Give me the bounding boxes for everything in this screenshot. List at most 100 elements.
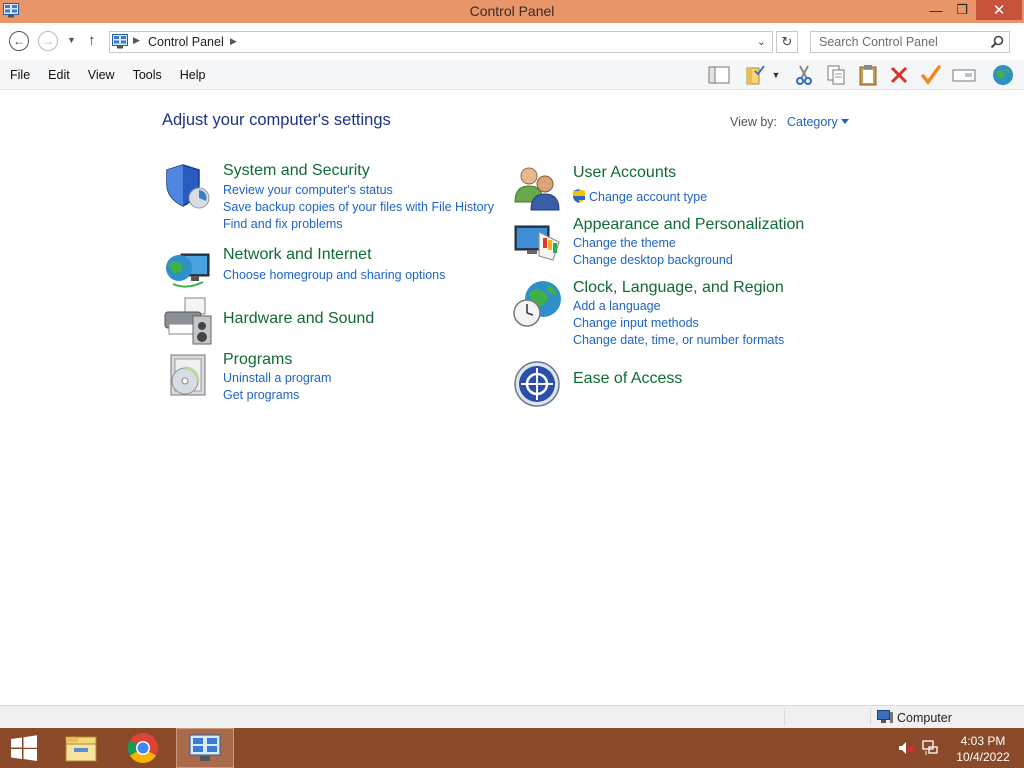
volume-muted-icon[interactable] xyxy=(898,741,914,755)
back-button[interactable]: ← xyxy=(9,31,29,51)
rename-button[interactable] xyxy=(951,62,977,88)
link-file-history[interactable]: Save backup copies of your files with Fi… xyxy=(223,200,494,214)
restore-button[interactable]: ❐ xyxy=(948,0,976,20)
category-clock-language-region: Clock, Language, and Region Add a langua… xyxy=(513,279,853,349)
link-change-background[interactable]: Change desktop background xyxy=(573,253,733,267)
menu-bar: File Edit View Tools Help xyxy=(0,68,214,82)
control-panel-taskbar-button[interactable] xyxy=(176,728,234,768)
start-button[interactable] xyxy=(0,728,48,768)
folder-check-icon xyxy=(746,65,765,85)
copy-button[interactable] xyxy=(823,62,849,88)
folder-icon xyxy=(65,736,97,762)
window-title: Control Panel xyxy=(469,3,555,19)
cut-button[interactable] xyxy=(791,62,817,88)
category-title[interactable]: Ease of Access xyxy=(573,370,682,388)
category-title[interactable]: Clock, Language, and Region xyxy=(573,279,784,297)
breadcrumb-control-panel[interactable]: Control Panel xyxy=(148,35,224,49)
page-title: Adjust your computer's settings xyxy=(162,111,391,129)
link-change-input-methods[interactable]: Change input methods xyxy=(573,316,699,330)
checkmark-icon xyxy=(921,65,941,85)
category-appearance: Appearance and Personalization Change th… xyxy=(513,216,853,268)
search-box[interactable] xyxy=(810,31,1010,53)
globe-button[interactable] xyxy=(990,62,1016,88)
up-button[interactable]: ↑ xyxy=(88,32,96,49)
category-title[interactable]: Network and Internet xyxy=(223,246,372,264)
link-add-language[interactable]: Add a language xyxy=(573,299,661,313)
programs-disc-icon[interactable] xyxy=(163,351,213,401)
link-change-date-time-formats[interactable]: Change date, time, or number formats xyxy=(573,333,784,347)
link-review-status[interactable]: Review your computer's status xyxy=(223,183,393,197)
network-icon[interactable] xyxy=(922,740,938,756)
layout-pane-icon xyxy=(708,66,730,84)
properties-dropdown[interactable]: ▼ xyxy=(767,62,785,88)
control-panel-icon xyxy=(112,34,128,49)
category-system-security: System and Security Review your computer… xyxy=(163,162,494,232)
address-bar-row: ← → ▼ ↑ ▶ Control Panel ▶ ⌄ ↻ xyxy=(0,23,1024,60)
uac-shield-icon xyxy=(573,189,585,203)
minimize-button[interactable]: — xyxy=(922,0,950,20)
status-divider xyxy=(870,708,871,726)
forward-button[interactable]: → xyxy=(38,31,58,51)
printer-speaker-icon[interactable] xyxy=(163,296,213,346)
refresh-button[interactable]: ↻ xyxy=(776,31,798,53)
category-ease-of-access: Ease of Access xyxy=(513,359,853,411)
menu-file[interactable]: File xyxy=(0,68,39,82)
taskbar-clock[interactable]: 4:03 PM 10/4/2022 xyxy=(950,733,1016,765)
link-change-theme[interactable]: Change the theme xyxy=(573,236,676,250)
clock-date: 10/4/2022 xyxy=(956,750,1010,764)
link-get-programs[interactable]: Get programs xyxy=(223,388,299,402)
close-button[interactable]: ✕ xyxy=(976,0,1022,20)
arrow-left-icon: ← xyxy=(13,34,25,48)
delete-x-icon xyxy=(890,66,908,84)
chevron-right-icon[interactable]: ▶ xyxy=(230,36,237,47)
users-icon[interactable] xyxy=(513,164,563,214)
check-button[interactable] xyxy=(918,62,944,88)
category-programs: Programs Uninstall a program Get program… xyxy=(163,351,493,403)
search-input[interactable] xyxy=(811,32,986,52)
menu-tools[interactable]: Tools xyxy=(124,68,171,82)
menu-edit[interactable]: Edit xyxy=(39,68,79,82)
ease-of-access-icon[interactable] xyxy=(513,359,563,409)
link-find-fix-problems[interactable]: Find and fix problems xyxy=(223,217,343,231)
view-by-dropdown[interactable]: Category xyxy=(787,115,838,129)
menu-view[interactable]: View xyxy=(79,68,124,82)
control-panel-icon xyxy=(189,734,221,761)
computer-icon xyxy=(877,710,893,723)
menu-help[interactable]: Help xyxy=(171,68,215,82)
chrome-taskbar-button[interactable] xyxy=(120,728,166,768)
category-title[interactable]: User Accounts xyxy=(573,164,676,182)
link-change-account-type[interactable]: Change account type xyxy=(589,190,707,204)
clock-globe-icon[interactable] xyxy=(513,279,563,329)
category-title[interactable]: Appearance and Personalization xyxy=(573,216,804,234)
arrow-right-icon: → xyxy=(42,34,54,48)
properties-button[interactable] xyxy=(742,62,768,88)
arrow-up-icon: ↑ xyxy=(88,32,96,49)
clipboard-icon xyxy=(859,65,877,86)
category-user-accounts: User Accounts Change account type xyxy=(513,164,853,214)
view-by-label: View by: xyxy=(730,115,778,129)
address-field[interactable]: ▶ Control Panel ▶ ⌄ xyxy=(109,31,773,53)
link-homegroup[interactable]: Choose homegroup and sharing options xyxy=(223,268,445,282)
delete-button[interactable] xyxy=(886,62,912,88)
link-uninstall-program[interactable]: Uninstall a program xyxy=(223,371,331,385)
layout-pane-button[interactable] xyxy=(706,62,732,88)
shield-icon[interactable] xyxy=(163,162,213,212)
monitor-palette-icon[interactable] xyxy=(513,216,563,266)
chevron-right-icon[interactable]: ▶ xyxy=(133,35,140,46)
category-title[interactable]: System and Security xyxy=(223,162,370,180)
chevron-down-icon[interactable]: ⌄ xyxy=(757,35,766,48)
category-title[interactable]: Programs xyxy=(223,351,292,369)
chevron-down-icon[interactable] xyxy=(841,119,849,124)
network-globe-icon[interactable] xyxy=(163,246,213,296)
search-icon[interactable] xyxy=(990,35,1004,49)
paste-button[interactable] xyxy=(855,62,881,88)
windows-logo-icon xyxy=(11,735,37,761)
file-explorer-taskbar-button[interactable] xyxy=(58,728,104,768)
category-network-internet: Network and Internet Choose homegroup an… xyxy=(163,246,493,296)
recent-locations-dropdown[interactable]: ▼ xyxy=(67,35,76,45)
title-bar: Control Panel — ❐ ✕ xyxy=(0,0,1024,23)
globe-icon xyxy=(993,65,1013,85)
control-panel-content: Adjust your computer's settings View by:… xyxy=(0,91,1024,705)
category-title[interactable]: Hardware and Sound xyxy=(223,310,374,328)
chrome-icon xyxy=(127,733,158,764)
